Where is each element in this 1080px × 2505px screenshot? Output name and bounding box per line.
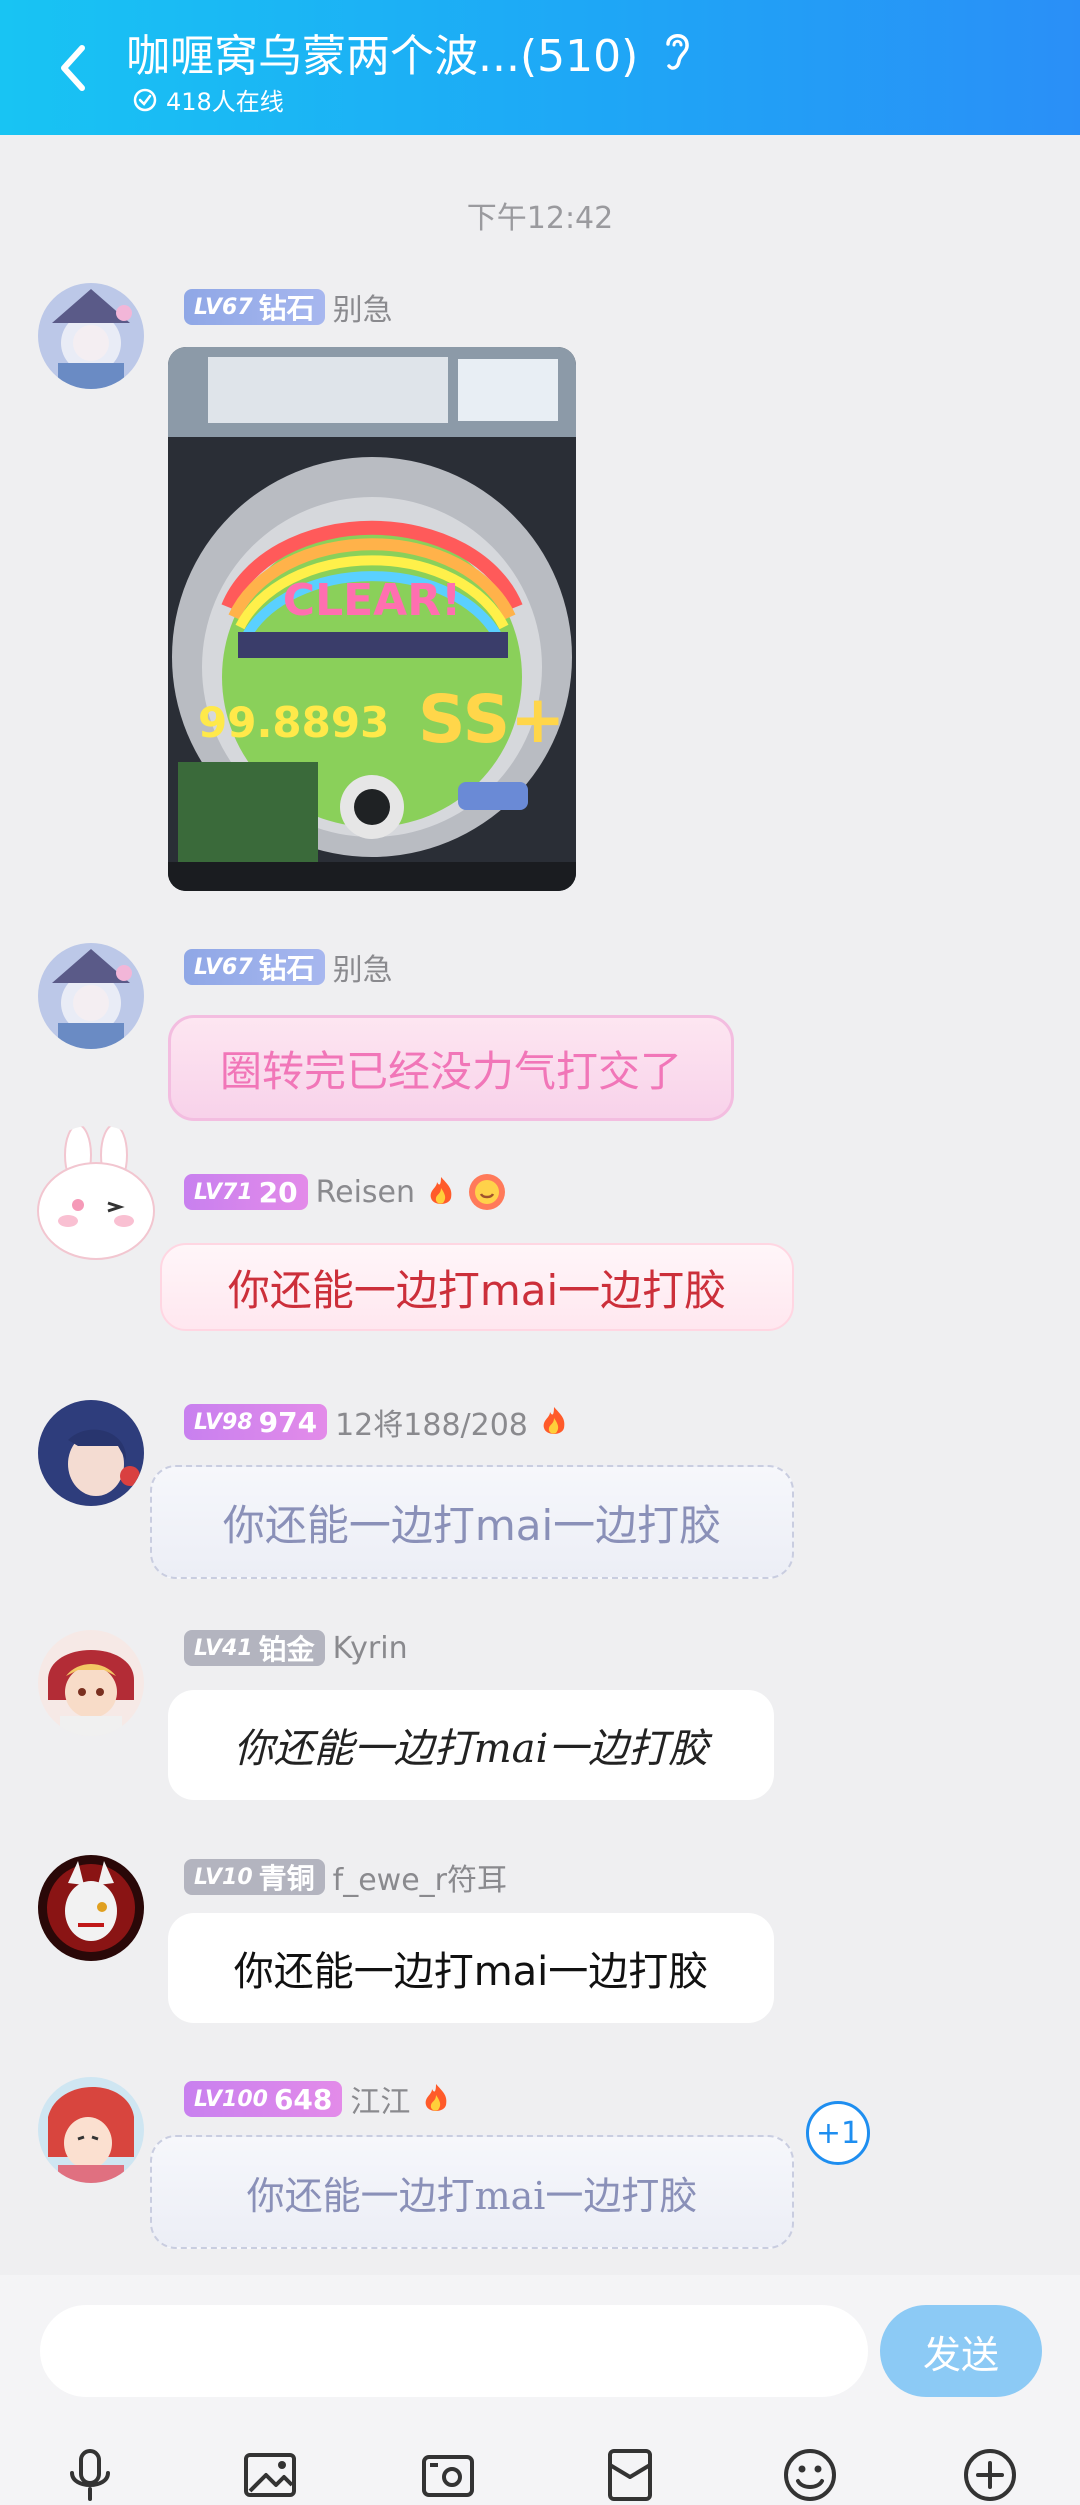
avatar[interactable] — [38, 943, 144, 1049]
message-text: 你还能一边打mai一边打胶 — [233, 1949, 709, 1995]
clear-text: CLEAR! — [283, 575, 461, 626]
send-button[interactable]: 发送 — [880, 2305, 1042, 2397]
emoji-icon[interactable] — [780, 2445, 840, 2505]
online-count-label: 418人在线 — [166, 88, 284, 116]
sender-name[interactable]: 江江 — [350, 2077, 410, 2121]
level-badge: LV71 20 — [184, 1174, 308, 1210]
chat-header: 咖喱窝乌蒙两个波...(510) 418人在线 — [0, 0, 1080, 135]
avatar-image — [38, 943, 144, 1049]
message-input[interactable] — [40, 2305, 868, 2397]
avatar-image — [38, 1855, 144, 1961]
plus-one-button[interactable]: +1 — [806, 2101, 870, 2165]
microphone-icon[interactable] — [60, 2445, 120, 2505]
fire-icon — [430, 1177, 452, 1204]
plus-icon[interactable] — [960, 2445, 1020, 2505]
gallery-icon[interactable] — [240, 2445, 300, 2505]
message-bubble[interactable]: 你还能一边打mai一边打胶 — [168, 1690, 774, 1800]
sender-name[interactable]: Reisen — [316, 1175, 415, 1210]
message-text: 你还能一边打mai一边打胶 — [222, 1500, 722, 1550]
message-text: 你还能一边打mai一边打胶 — [246, 2173, 698, 2218]
sender-name[interactable]: 别急 — [333, 945, 393, 989]
level-label: LV67 — [194, 954, 253, 980]
message-meta: LV67 钻石 别急 — [184, 945, 393, 989]
message-meta: LV41 铂金 Kyrin — [184, 1630, 408, 1666]
message-text: 你还能一边打mai一边打胶 — [227, 1265, 727, 1315]
rank-label: 20 — [258, 1175, 298, 1209]
sender-name[interactable]: 12将188/208 — [335, 1400, 528, 1444]
timestamp: 下午12:42 — [466, 201, 614, 236]
message-meta: LV71 20 Reisen — [184, 1172, 507, 1212]
back-arrow-icon[interactable] — [52, 40, 98, 96]
score-text: 99.8893 — [198, 698, 389, 747]
message-bubble[interactable]: 圈转完已经没力气打交了 — [168, 1015, 734, 1121]
input-bar: 发送 — [0, 2275, 1080, 2505]
level-label: LV41 — [194, 1635, 253, 1661]
avatar[interactable] — [28, 1125, 164, 1261]
chat-area[interactable]: 下午12:42 LV67 钻石 别急 CLEAR! 99.8893 SS+ LV… — [0, 135, 1080, 2275]
message-bubble[interactable]: 你还能一边打mai一边打胶 — [168, 1913, 774, 2023]
level-label: LV10 — [194, 1864, 253, 1890]
message-bubble[interactable]: 你还能一边打mai一边打胶 — [150, 2135, 794, 2249]
rank-label: 铂金 — [258, 1633, 315, 1666]
rank-label: 钻石 — [258, 292, 315, 325]
sender-name[interactable]: 别急 — [333, 285, 393, 329]
rank-text: SS+ — [418, 681, 565, 758]
level-badge: LV67 钻石 — [184, 949, 325, 985]
message-meta: LV67 钻石 别急 — [184, 285, 393, 329]
message-meta: LV100 648 江江 — [184, 2077, 454, 2121]
ear-icon[interactable] — [660, 28, 694, 74]
avatar-image — [38, 1630, 144, 1736]
level-badge: LV41 铂金 — [184, 1630, 325, 1666]
rank-label: 钻石 — [258, 952, 315, 985]
level-badge: LV100 648 — [184, 2081, 343, 2117]
avatar[interactable] — [38, 283, 144, 389]
rank-label: 974 — [258, 1405, 318, 1439]
level-badge: LV67 钻石 — [184, 289, 325, 325]
group-title[interactable]: 咖喱窝乌蒙两个波...(510) — [126, 20, 638, 84]
avatar[interactable] — [38, 1400, 144, 1506]
message-bubble[interactable]: 你还能一边打mai一边打胶 — [160, 1243, 794, 1331]
message-meta: LV10 青铜 f_ewe_r符耳 — [184, 1855, 507, 1899]
avatar[interactable] — [38, 1630, 144, 1736]
message-bubble[interactable]: 你还能一边打mai一边打胶 — [150, 1465, 794, 1579]
online-check-icon — [133, 88, 157, 111]
message-text: 圈转完已经没力气打交了 — [219, 1046, 682, 1096]
avatar-image — [37, 1125, 155, 1260]
level-badge: LV98 974 — [184, 1404, 328, 1440]
level-label: LV98 — [194, 1409, 253, 1435]
avatar[interactable] — [38, 2077, 144, 2183]
image-message[interactable]: CLEAR! 99.8893 SS+ — [168, 347, 576, 891]
message-meta: LV98 974 12将188/208 — [184, 1400, 572, 1444]
level-label: LV67 — [194, 294, 253, 320]
rank-label: 青铜 — [258, 1862, 315, 1895]
plus-one-label: +1 — [815, 2115, 861, 2151]
red-packet-icon[interactable] — [600, 2445, 660, 2505]
fire-icon — [543, 1407, 565, 1434]
camera-icon[interactable] — [418, 2445, 478, 2505]
rank-label: 648 — [273, 2082, 333, 2116]
send-label: 发送 — [922, 2332, 999, 2377]
avatar-image — [38, 1400, 144, 1506]
level-label: LV100 — [194, 2086, 268, 2112]
level-label: LV71 — [194, 1179, 253, 1205]
sender-name[interactable]: Kyrin — [333, 1631, 408, 1666]
level-badge: LV10 青铜 — [184, 1859, 325, 1895]
sender-name[interactable]: f_ewe_r符耳 — [333, 1855, 507, 1899]
avatar[interactable] — [38, 1855, 144, 1961]
message-text: 你还能一边打mai一边打胶 — [233, 1726, 709, 1772]
photo-image: CLEAR! 99.8893 SS+ — [168, 347, 576, 891]
flower-smile-icon — [469, 1174, 505, 1210]
fire-icon — [426, 2084, 447, 2111]
avatar-image — [38, 283, 144, 389]
online-count: 418人在线 — [132, 82, 284, 117]
avatar-image — [38, 2077, 144, 2183]
